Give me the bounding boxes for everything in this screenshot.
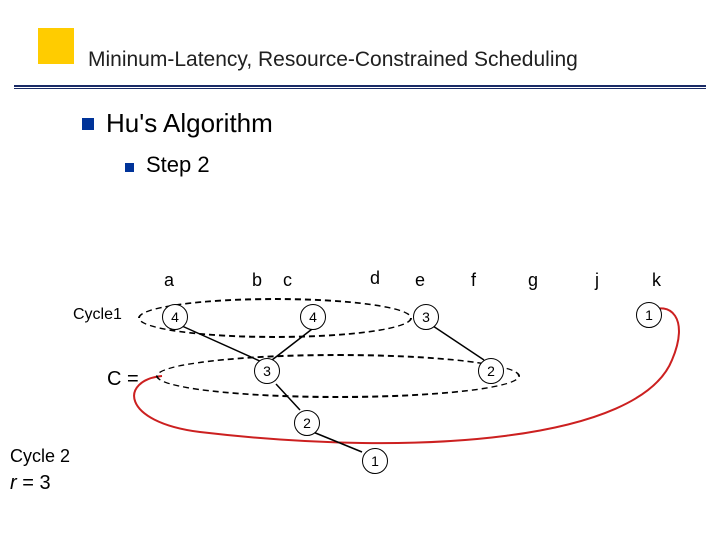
label-a: a [164, 270, 174, 291]
node-e: 3 [413, 304, 439, 330]
bullet-level2 [125, 163, 134, 172]
label-k: k [652, 270, 661, 291]
divider-line-thin [14, 88, 706, 89]
node-c: 3 [254, 358, 280, 384]
label-g: g [528, 270, 538, 291]
node-f: 2 [478, 358, 504, 384]
cycle1-label: Cycle1 [73, 306, 122, 324]
red-curve [0, 0, 720, 540]
heading-level2: Step 2 [146, 152, 210, 178]
node-d: 4 [300, 304, 326, 330]
heading-level1: Hu's Algorithm [106, 108, 273, 139]
c-equals-label: C = [107, 368, 139, 391]
slide-title: Mininum-Latency, Resource-Constrained Sc… [88, 48, 578, 72]
label-b: b [252, 270, 262, 291]
cycle2-label: Cycle 2 [10, 446, 70, 467]
label-j: j [595, 270, 599, 291]
divider-line [14, 85, 706, 87]
node-mid: 2 [294, 410, 320, 436]
cycle2-ellipse [156, 354, 520, 398]
node-bot: 1 [362, 448, 388, 474]
r-equals-label: r = 3 [10, 472, 51, 495]
node-k: 1 [636, 302, 662, 328]
bullet-level1 [82, 118, 94, 130]
label-c: c [283, 270, 292, 291]
label-e: e [415, 270, 425, 291]
label-d: d [370, 268, 380, 289]
label-f: f [471, 270, 476, 291]
node-a: 4 [162, 304, 188, 330]
accent-square [38, 28, 74, 64]
